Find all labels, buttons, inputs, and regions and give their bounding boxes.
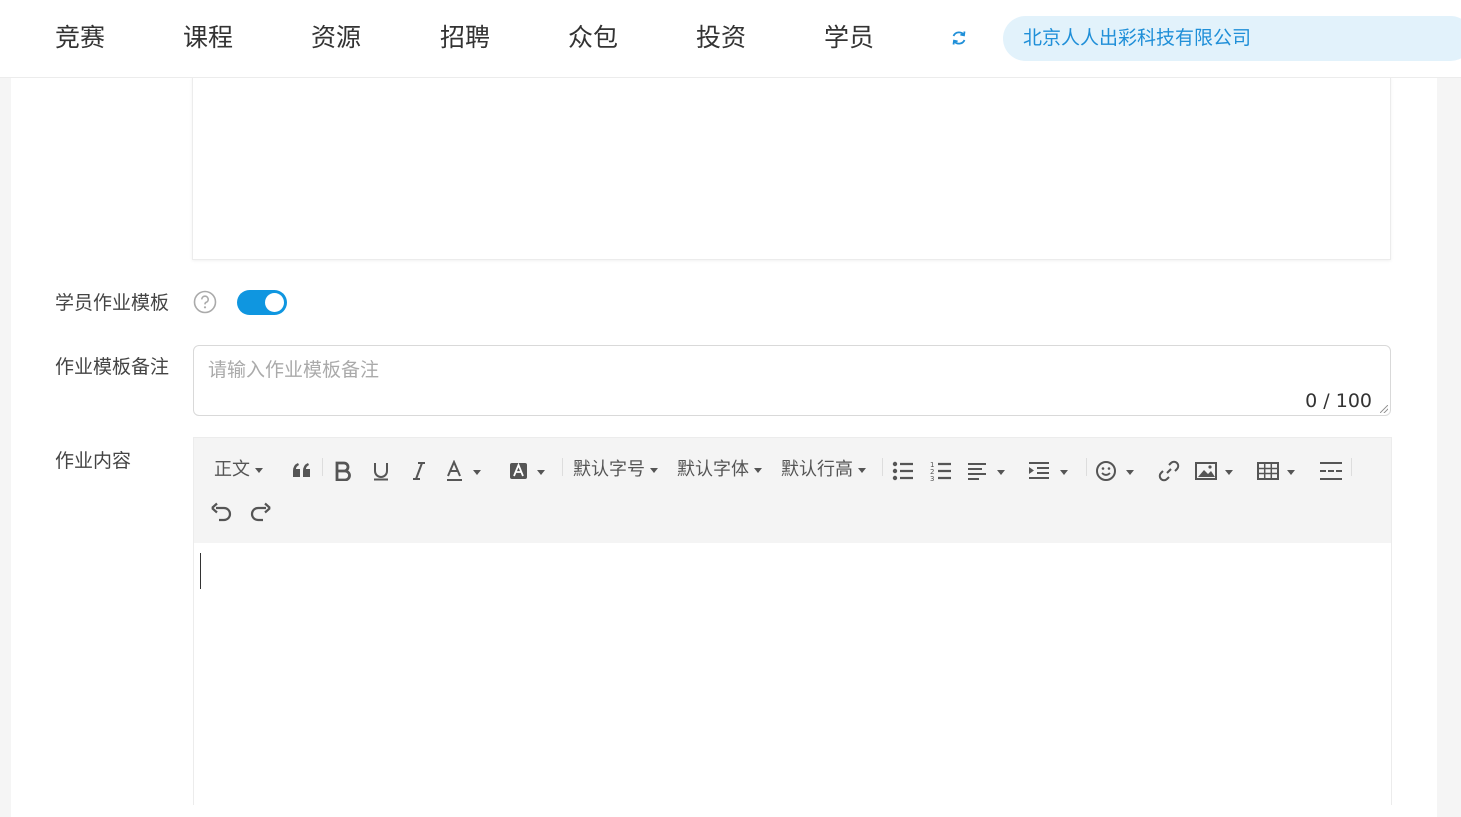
- redo-icon[interactable]: [248, 502, 272, 524]
- rich-text-editor: 正文 默认字号 默认字体 默认行高 123: [193, 437, 1392, 805]
- link-icon[interactable]: [1158, 460, 1180, 482]
- indent-icon[interactable]: [1028, 460, 1072, 482]
- font-family-label: 默认字体: [677, 459, 749, 480]
- template-label: 学员作业模板: [55, 292, 170, 314]
- font-size-label: 默认字号: [573, 459, 645, 480]
- resize-handle-icon[interactable]: [1380, 405, 1388, 413]
- company-name: 北京人人出彩科技有限公司: [1023, 27, 1252, 49]
- font-size-select[interactable]: 默认字号: [573, 459, 658, 481]
- toolbar-separator: [882, 458, 883, 476]
- quote-icon[interactable]: [292, 461, 312, 479]
- toolbar-separator: [1086, 458, 1087, 476]
- line-height-label: 默认行高: [781, 459, 853, 480]
- previous-field-box[interactable]: [192, 77, 1391, 260]
- toolbar-separator: [1351, 458, 1352, 476]
- top-nav: 竞赛 课程 资源 招聘 众包 投资 学员 北京人人出彩科技有限公司: [0, 0, 1461, 78]
- divider-icon[interactable]: [1319, 460, 1343, 482]
- align-icon[interactable]: [967, 460, 1009, 482]
- undo-icon[interactable]: [210, 502, 234, 524]
- toolbar-separator: [322, 458, 323, 476]
- toolbar-separator: [562, 458, 563, 476]
- text-cursor: [200, 553, 201, 589]
- nav-item-competition[interactable]: 竞赛: [55, 22, 105, 54]
- editor-toolbar: 正文 默认字号 默认字体 默认行高 123: [194, 438, 1391, 543]
- nav-item-resources[interactable]: 资源: [311, 22, 361, 54]
- heading-select-label: 正文: [214, 459, 250, 480]
- heading-select[interactable]: 正文: [214, 459, 263, 481]
- template-toggle[interactable]: [237, 290, 287, 315]
- content-label: 作业内容: [55, 450, 132, 472]
- note-label: 作业模板备注: [55, 356, 170, 378]
- svg-text:3: 3: [930, 475, 934, 482]
- bullet-list-icon[interactable]: [892, 460, 914, 482]
- help-icon[interactable]: [193, 290, 217, 314]
- numbered-list-icon[interactable]: 123: [930, 460, 952, 482]
- bold-icon[interactable]: [334, 461, 352, 481]
- company-switcher[interactable]: 北京人人出彩科技有限公司: [1003, 16, 1461, 61]
- font-color-icon[interactable]: [446, 460, 486, 482]
- table-icon[interactable]: [1257, 460, 1301, 482]
- italic-icon[interactable]: [410, 461, 428, 481]
- refresh-icon[interactable]: [949, 28, 969, 48]
- line-height-select[interactable]: 默认行高: [781, 459, 866, 481]
- image-icon[interactable]: [1195, 460, 1239, 482]
- note-char-counter: 0 / 100: [1305, 390, 1372, 412]
- background-color-icon[interactable]: [509, 460, 549, 482]
- toggle-knob: [265, 293, 284, 312]
- nav-item-recruitment[interactable]: 招聘: [440, 22, 490, 54]
- underline-icon[interactable]: [372, 461, 390, 481]
- nav-item-crowdsourcing[interactable]: 众包: [568, 22, 618, 54]
- emoji-icon[interactable]: [1096, 460, 1140, 482]
- note-placeholder: 请输入作业模板备注: [208, 359, 380, 381]
- nav-item-courses[interactable]: 课程: [183, 22, 233, 54]
- nav-item-investment[interactable]: 投资: [696, 22, 746, 54]
- font-family-select[interactable]: 默认字体: [677, 459, 762, 481]
- nav-item-students[interactable]: 学员: [824, 22, 874, 54]
- note-textarea[interactable]: 请输入作业模板备注 0 / 100: [193, 345, 1391, 416]
